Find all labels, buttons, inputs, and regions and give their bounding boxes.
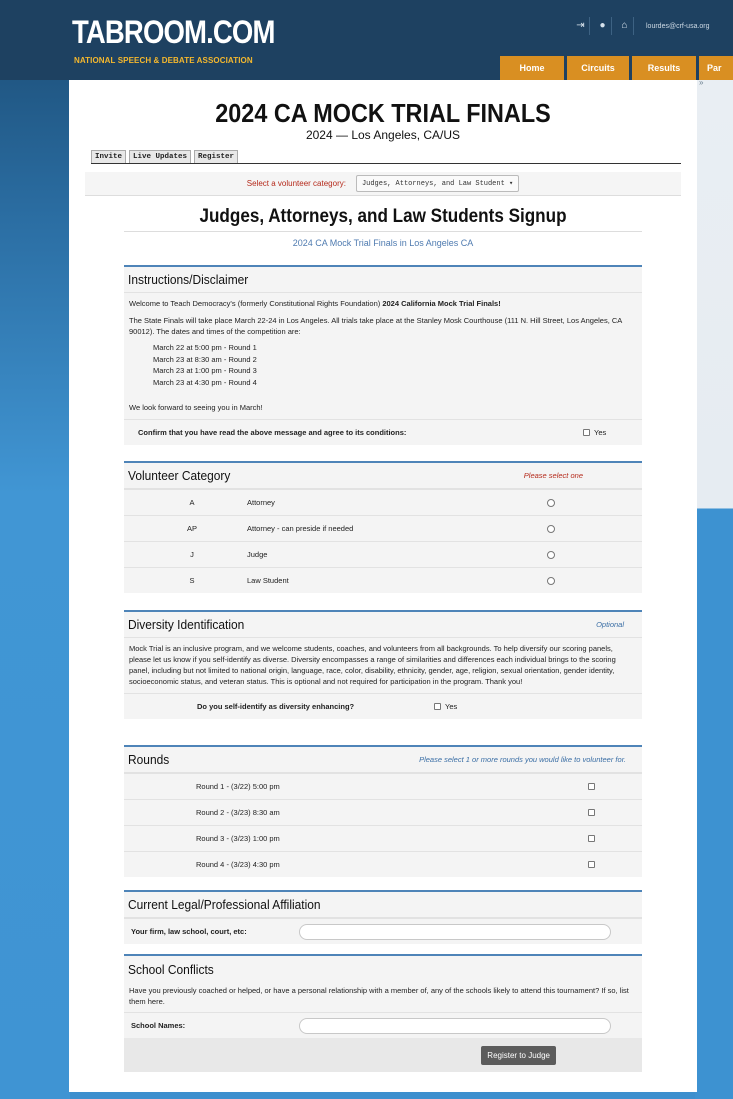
home-icon[interactable]: ⌂ [616, 17, 634, 35]
diversity-yes-label: Yes [445, 702, 458, 711]
round-checkbox[interactable] [588, 835, 595, 842]
round-checkbox[interactable] [588, 783, 595, 790]
list-item: March 23 at 8:30 am - Round 2 [153, 354, 257, 364]
round-row[interactable]: Round 1 - (3/22) 5:00 pm [124, 773, 642, 799]
conflicts-text: Have you previously coached or helped, o… [129, 986, 629, 1006]
welcome-text: Welcome to Teach Democracy's (formerly C… [129, 299, 501, 308]
list-item: March 22 at 5:00 pm - Round 1 [153, 343, 257, 352]
site-logo-subtitle: NATIONAL SPEECH & DEBATE ASSOCIATION [74, 56, 253, 65]
rounds-note: Please select 1 or more rounds you would… [419, 755, 626, 764]
user-icon[interactable]: ● [594, 17, 612, 35]
section-title: Volunteer Category [128, 468, 231, 483]
nav-paradigms[interactable]: Par [699, 56, 733, 80]
closing-text: We look forward to seeing you in March! [129, 403, 263, 412]
exit-icon[interactable]: ⇥ [572, 17, 590, 35]
tab-invite[interactable]: Invite [91, 150, 127, 163]
background-right [695, 80, 733, 1099]
expand-arrows-icon[interactable]: » [699, 78, 703, 87]
confirm-row: Confirm that you have read the above mes… [124, 419, 642, 445]
tournament-subtitle: 2024 — Los Angeles, CA/US [305, 128, 461, 142]
main-nav: Home Circuits Results Par [500, 56, 733, 80]
category-option-row[interactable]: AP Attorney - can preside if needed [124, 515, 642, 541]
section-title: Diversity Identification [128, 617, 245, 632]
form-title: Judges, Attorneys, and Law Students Sign… [199, 206, 567, 227]
affiliation-section: Current Legal/Professional Affiliation Y… [124, 890, 642, 944]
nav-results[interactable]: Results [632, 56, 696, 80]
instructions-text: The State Finals will take place March 2… [129, 316, 622, 336]
category-radio[interactable] [547, 524, 555, 533]
optional-note: Optional [596, 620, 624, 629]
register-button[interactable]: Register to Judge [481, 1045, 556, 1065]
volunteer-category-section: Volunteer Category Please select one A A… [124, 461, 642, 593]
affiliation-row: Your firm, law school, court, etc: [124, 918, 642, 944]
affiliation-input[interactable] [299, 923, 611, 940]
section-title: Current Legal/Professional Affiliation [128, 897, 321, 912]
category-selector-bar: Select a volunteer category: Judges, Att… [85, 172, 681, 196]
site-header: TABROOM.COM NATIONAL SPEECH & DEBATE ASS… [0, 0, 733, 80]
confirm-checkbox[interactable] [583, 429, 590, 436]
nav-home[interactable]: Home [500, 56, 564, 80]
confirm-yes-label: Yes [594, 428, 607, 437]
category-radio[interactable] [547, 550, 555, 559]
category-option-row[interactable]: A Attorney [124, 489, 642, 515]
school-names-input[interactable] [299, 1017, 611, 1034]
round-row[interactable]: Round 4 - (3/23) 4:30 pm [124, 851, 642, 877]
required-note: Please select one [523, 471, 583, 480]
section-title: School Conflicts [128, 961, 214, 977]
category-option-row[interactable]: J Judge [124, 541, 642, 567]
nav-circuits[interactable]: Circuits [567, 56, 629, 80]
background-left [0, 0, 70, 1099]
conflicts-row: School Names: [124, 1012, 642, 1038]
affiliation-label: Your firm, law school, court, etc: [131, 927, 247, 936]
diversity-checkbox[interactable] [434, 703, 441, 710]
diversity-question: Do you self-identify as diversity enhanc… [197, 702, 355, 711]
round-checkbox[interactable] [588, 809, 595, 816]
tab-register[interactable]: Register [194, 150, 239, 163]
list-item: March 23 at 4:30 pm - Round 4 [153, 377, 257, 387]
round-checkbox[interactable] [588, 861, 595, 868]
category-select[interactable]: Judges, Attorneys, and Law Student ▾ [355, 175, 520, 192]
conflicts-section: School Conflicts Have you previously coa… [124, 954, 642, 1072]
school-names-label: School Names: [131, 1021, 186, 1030]
account-toolbar: ⇥ ● ⌂ lourdes@crf-usa.org [572, 17, 710, 35]
diversity-row: Do you self-identify as diversity enhanc… [124, 693, 642, 719]
form-footer: Register to Judge [124, 1038, 642, 1072]
account-email[interactable]: lourdes@crf-usa.org [646, 23, 710, 30]
confirm-label: Confirm that you have read the above mes… [138, 428, 407, 437]
round-row[interactable]: Round 3 - (3/23) 1:00 pm [124, 825, 642, 851]
rounds-section: Rounds Please select 1 or more rounds yo… [124, 745, 642, 877]
list-item: March 23 at 1:00 pm - Round 3 [153, 366, 257, 375]
diversity-section: Diversity Identification Optional Mock T… [124, 610, 642, 719]
main-content: 2024 CA MOCK TRIAL FINALS 2024 — Los Ang… [69, 80, 697, 1092]
tournament-tabs: Invite Live Updates Register [91, 150, 681, 164]
schedule-list: March 22 at 5:00 pm - Round 1 March 23 a… [124, 340, 642, 394]
tournament-title: 2024 CA MOCK TRIAL FINALS [215, 98, 551, 128]
tab-live-updates[interactable]: Live Updates [129, 150, 192, 163]
section-title: Instructions/Disclaimer [128, 272, 249, 287]
site-logo[interactable]: TABROOM.COM [72, 14, 275, 51]
form-subtitle: 2024 CA Mock Trial Finals in Los Angeles… [124, 231, 642, 251]
category-option-row[interactable]: S Law Student [124, 567, 642, 593]
category-radio[interactable] [547, 576, 555, 585]
category-radio[interactable] [547, 498, 555, 507]
instructions-section: Instructions/Disclaimer Welcome to Teach… [124, 265, 642, 445]
diversity-text: Mock Trial is an inclusive program, and … [129, 644, 616, 686]
section-title: Rounds [128, 752, 170, 767]
round-row[interactable]: Round 2 - (3/23) 8:30 am [124, 799, 642, 825]
category-selector-label: Select a volunteer category: [246, 179, 346, 188]
